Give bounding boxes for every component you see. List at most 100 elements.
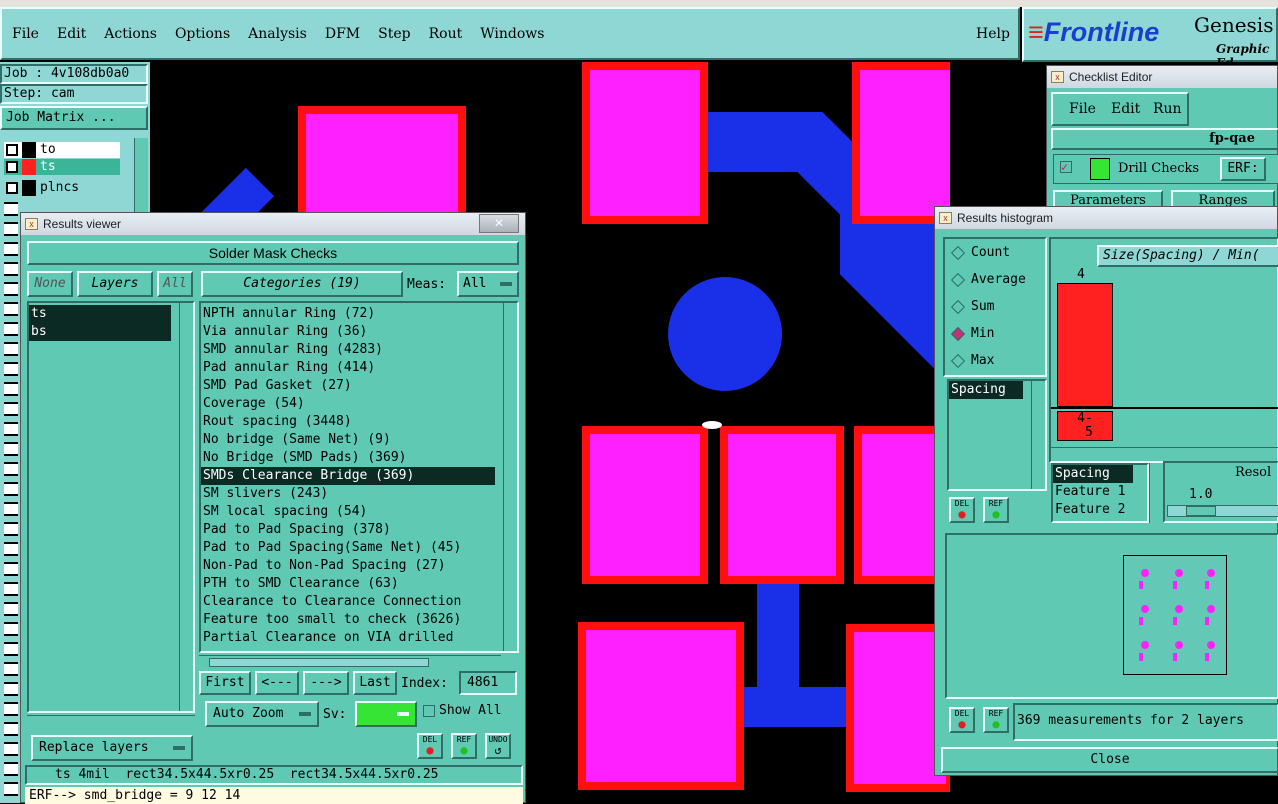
list-item[interactable]: NPTH annular Ring (72): [201, 305, 495, 323]
max-radio[interactable]: Max: [950, 353, 994, 368]
histogram-close-button[interactable]: Close: [941, 747, 1278, 773]
menu-options[interactable]: Options: [175, 26, 230, 42]
list-item[interactable]: Spacing: [949, 381, 1023, 399]
average-radio[interactable]: Average: [950, 272, 1026, 287]
chart-hscroll[interactable]: [1051, 447, 1278, 461]
list-item[interactable]: Coverage (54): [201, 395, 495, 413]
first-button[interactable]: First: [199, 671, 251, 695]
auto-zoom-select[interactable]: Auto Zoom: [205, 701, 319, 727]
all-layers-button[interactable]: All: [157, 271, 193, 297]
layer-row[interactable]: plncs: [4, 180, 120, 196]
layer-list-scrollbar[interactable]: [179, 303, 193, 711]
hist-ref-icon[interactable]: REF ●: [983, 497, 1009, 523]
list-item[interactable]: Pad annular Ring (414): [201, 359, 495, 377]
list-item[interactable]: bs: [29, 323, 171, 341]
categories-scrollbar[interactable]: [503, 303, 517, 651]
hist-ref2-icon[interactable]: REF ●: [983, 707, 1009, 733]
check-checkbox[interactable]: ✓: [1060, 161, 1072, 173]
menu-actions[interactable]: Actions: [104, 26, 157, 42]
show-all-checkbox[interactable]: [423, 705, 435, 717]
replace-layers-button[interactable]: Replace layers: [31, 735, 193, 761]
list-item[interactable]: Via annular Ring (36): [201, 323, 495, 341]
meas-label: Meas:: [407, 277, 447, 292]
solder-mask-header: Solder Mask Checks: [27, 241, 519, 265]
list-item[interactable]: SMD Pad Gasket (27): [201, 377, 495, 395]
hist-del2-icon[interactable]: DEL ●: [949, 707, 975, 733]
checklist-menu-file[interactable]: File: [1069, 101, 1096, 117]
menu-windows[interactable]: Windows: [480, 26, 544, 42]
count-radio[interactable]: Count: [950, 245, 1010, 260]
close-button[interactable]: ×: [479, 214, 519, 233]
menu-analysis[interactable]: Analysis: [248, 26, 307, 42]
checklist-editor-titlebar[interactable]: x Checklist Editor: [1047, 66, 1277, 88]
checklist-menu: File Edit Run: [1051, 92, 1189, 126]
del-icon[interactable]: DEL ●: [417, 733, 443, 759]
list-item[interactable]: Feature too small to check (3626): [201, 611, 495, 629]
undo-icon[interactable]: UNDO ↺: [485, 733, 511, 759]
brand-panel: ≡Frontline Genesis Graphic Ed: [1022, 7, 1278, 70]
hist-del-icon[interactable]: DEL ●: [949, 497, 975, 523]
list-item[interactable]: PTH to SMD Clearance (63): [201, 575, 495, 593]
layers-button[interactable]: Layers: [77, 271, 153, 297]
categories-button[interactable]: Categories (19): [201, 271, 403, 297]
layer-list: ts bs: [27, 301, 195, 713]
list-item[interactable]: Rout spacing (3448): [201, 413, 495, 431]
list-item[interactable]: Pad to Pad Spacing(Same Net) (45): [201, 539, 495, 557]
layer-row[interactable]: ts: [4, 159, 120, 175]
menu-file[interactable]: File: [12, 26, 39, 42]
list-item[interactable]: SMD annular Ring (4283): [201, 341, 495, 359]
index-field[interactable]: 4861: [459, 671, 517, 695]
results-viewer-window: x Results viewer × Solder Mask Checks Non…: [20, 212, 526, 804]
checklist-menu-run[interactable]: Run: [1153, 101, 1182, 117]
prev-button[interactable]: <---: [255, 671, 299, 695]
layer-row[interactable]: to: [4, 142, 120, 158]
menu-dfm[interactable]: DFM: [325, 26, 360, 42]
resol-slider[interactable]: [1167, 505, 1278, 517]
results-viewer-titlebar[interactable]: x Results viewer ×: [21, 213, 525, 235]
check-row[interactable]: ✓ Drill Checks ERF:: [1053, 154, 1278, 184]
menu-rout[interactable]: Rout: [429, 26, 463, 42]
menu-edit[interactable]: Edit: [57, 26, 86, 42]
layer-list-hscroll[interactable]: [27, 715, 195, 729]
categories-hscroll[interactable]: [199, 655, 501, 669]
meas-select[interactable]: All: [457, 271, 519, 297]
list-item[interactable]: Spacing: [1053, 465, 1133, 483]
checklist-menu-edit[interactable]: Edit: [1111, 101, 1140, 117]
menu-help[interactable]: Help: [976, 26, 1010, 42]
summary-text: 369 measurements for 2 layers: [1013, 703, 1278, 741]
histogram-bar[interactable]: [1057, 283, 1113, 407]
categories-list: NPTH annular Ring (72) Via annular Ring (…: [199, 301, 519, 653]
list-item[interactable]: No Bridge (SMD Pads) (369): [201, 449, 495, 467]
min-radio[interactable]: Min: [950, 326, 994, 341]
histogram-titlebar[interactable]: x Results histogram: [935, 207, 1277, 229]
step-label: Step: cam: [0, 84, 148, 104]
product-name: Genesis: [1194, 13, 1274, 37]
sv-select[interactable]: [355, 701, 417, 727]
last-button[interactable]: Last: [353, 671, 397, 695]
erf-button[interactable]: ERF:: [1220, 157, 1266, 181]
results-histogram-window: x Results histogram Count Average Sum Min…: [934, 206, 1278, 776]
list-item[interactable]: SM local spacing (54): [201, 503, 495, 521]
layer-name: to: [40, 142, 56, 157]
list-item[interactable]: Feature 1: [1053, 483, 1147, 501]
list-item[interactable]: Non-Pad to Non-Pad Spacing (27): [201, 557, 495, 575]
attr-scrollbar[interactable]: [1149, 463, 1163, 523]
list-item[interactable]: Clearance to Clearance Connection: [201, 593, 495, 611]
menu-step[interactable]: Step: [378, 26, 410, 42]
list-item[interactable]: Feature 2: [1053, 501, 1147, 519]
none-button[interactable]: None: [27, 271, 73, 297]
range-label: 4- 5: [1057, 411, 1113, 441]
histogram-axis: [1051, 407, 1278, 409]
list-item[interactable]: ts: [29, 305, 171, 323]
list-item[interactable]: Pad to Pad Spacing (378): [201, 521, 495, 539]
checklist-name: fp-qae: [1051, 128, 1278, 150]
job-matrix-button[interactable]: Job Matrix ...: [0, 106, 148, 130]
list-item[interactable]: No bridge (Same Net) (9): [201, 431, 495, 449]
list-item[interactable]: SM slivers (243): [201, 485, 495, 503]
list-item[interactable]: SMDs Clearance Bridge (369): [201, 467, 495, 485]
sum-radio[interactable]: Sum: [950, 299, 994, 314]
list-item[interactable]: Partial Clearance on VIA drilled: [201, 629, 495, 647]
next-button[interactable]: --->: [303, 671, 349, 695]
ref-icon[interactable]: REF ●: [451, 733, 477, 759]
histogram-list-scrollbar[interactable]: [1031, 381, 1045, 489]
